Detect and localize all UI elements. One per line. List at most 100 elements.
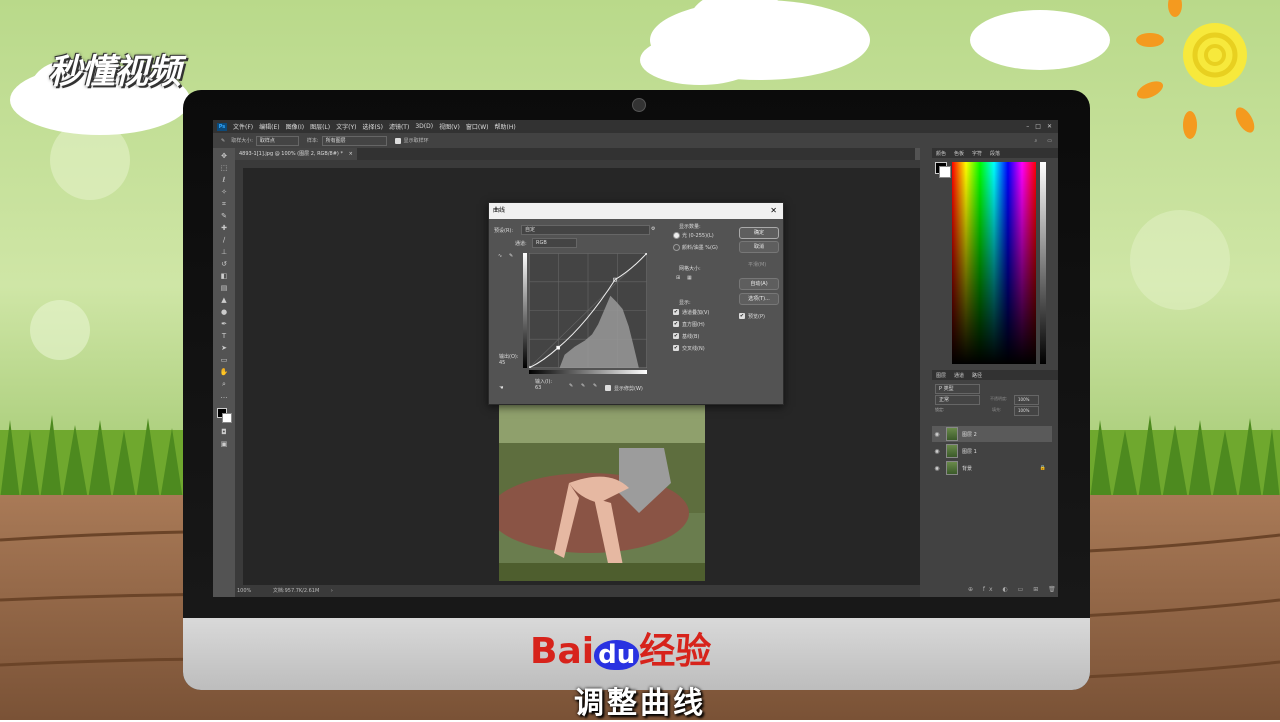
- brightness-slider[interactable]: [1040, 162, 1046, 364]
- output-value[interactable]: 45: [499, 360, 505, 366]
- white-eyedropper-icon[interactable]: ✎: [593, 383, 597, 389]
- move-tool-icon[interactable]: ✥: [218, 152, 230, 161]
- options-button[interactable]: 选项(T)...: [739, 293, 779, 305]
- menu-item[interactable]: 滤镜(T): [389, 122, 409, 131]
- close-icon[interactable]: ✕: [770, 203, 777, 219]
- eye-icon[interactable]: ◉: [932, 448, 942, 455]
- path-select-icon[interactable]: ➤: [218, 344, 230, 353]
- blend-mode-select[interactable]: 正常: [935, 395, 980, 405]
- hand-tool-icon[interactable]: ✋: [218, 368, 230, 377]
- pigment-radio[interactable]: [673, 244, 680, 251]
- show-ring-checkbox[interactable]: [394, 137, 401, 144]
- fill-input[interactable]: 100%: [1014, 406, 1039, 416]
- input-value[interactable]: 63: [535, 385, 541, 391]
- eye-icon[interactable]: ◉: [932, 431, 942, 438]
- close-tab-icon[interactable]: ×: [349, 151, 353, 157]
- menu-item[interactable]: 图层(L): [310, 122, 330, 131]
- cancel-button[interactable]: 取消: [739, 241, 779, 253]
- sample-select[interactable]: 所有图层: [321, 135, 387, 146]
- dodge-tool-icon[interactable]: ●: [218, 308, 230, 317]
- channel-select[interactable]: RGB: [532, 238, 577, 248]
- layer-row[interactable]: ◉ 图层 2: [932, 426, 1052, 442]
- layer-filter-select[interactable]: P 类型: [935, 384, 980, 394]
- layer-row[interactable]: ◉ 背景 🔒: [932, 460, 1052, 476]
- black-eyedropper-icon[interactable]: ✎: [569, 383, 573, 389]
- tab-channels[interactable]: 通道: [954, 372, 964, 379]
- preset-gear-icon[interactable]: ⚙: [651, 226, 655, 232]
- layer-actions-icons[interactable]: ⊕ fx ◐ ▭ ⊞ 🗑: [968, 586, 1058, 593]
- preset-select[interactable]: 自定: [521, 225, 650, 235]
- menu-item[interactable]: 视图(V): [439, 122, 460, 131]
- history-brush-icon[interactable]: ↺: [218, 260, 230, 269]
- zoom-level[interactable]: 100%: [237, 588, 251, 594]
- eye-icon[interactable]: ◉: [932, 465, 942, 472]
- curve-control-point[interactable]: [556, 345, 560, 350]
- bg-swatch[interactable]: [939, 166, 951, 178]
- pen-tool-icon[interactable]: ✒: [218, 320, 230, 329]
- close-icon[interactable]: ✕: [1047, 123, 1052, 130]
- clone-stamp-icon[interactable]: ⊥: [218, 248, 230, 257]
- channel-overlay-checkbox[interactable]: ✔: [673, 309, 679, 315]
- curve-graph[interactable]: [529, 253, 647, 368]
- menu-item[interactable]: 文字(Y): [336, 122, 356, 131]
- tab-character[interactable]: 字符: [972, 150, 982, 157]
- menu-item[interactable]: 图像(I): [286, 122, 304, 131]
- search-icon[interactable]: ⌕: [1034, 138, 1037, 144]
- curve-edit-point-icon[interactable]: ∿: [498, 253, 502, 259]
- document-tab[interactable]: 4893-1[1].jpg @ 100% (图层 2, RGB/8#) * ×: [235, 148, 357, 160]
- menu-item[interactable]: 编辑(E): [259, 122, 279, 131]
- screen-mode-icon[interactable]: ▣: [218, 440, 230, 449]
- target-adjust-icon[interactable]: ☚: [499, 385, 503, 391]
- opacity-input[interactable]: 100%: [1014, 395, 1039, 405]
- show-clipping-checkbox[interactable]: [605, 385, 611, 391]
- more-tools-icon[interactable]: …: [218, 392, 230, 401]
- menu-item[interactable]: 3D(D): [415, 123, 433, 130]
- color-spectrum[interactable]: [952, 162, 1036, 364]
- healing-brush-icon[interactable]: ✚: [218, 224, 230, 233]
- type-tool-icon[interactable]: T: [218, 332, 230, 341]
- menu-item[interactable]: 帮助(H): [495, 122, 516, 131]
- tab-paragraph[interactable]: 段落: [990, 150, 1000, 157]
- menu-item[interactable]: 选择(S): [362, 122, 383, 131]
- histogram-checkbox[interactable]: ✔: [673, 321, 679, 327]
- marquee-tool-icon[interactable]: ⬚: [218, 164, 230, 173]
- smooth-button[interactable]: 平滑(M): [748, 261, 766, 268]
- zoom-tool-icon[interactable]: ⌕: [218, 380, 230, 389]
- sample-size-select[interactable]: 取样点: [255, 135, 299, 146]
- menu-item[interactable]: 文件(F): [233, 122, 253, 131]
- output-gradient-bar: [523, 253, 527, 368]
- gray-eyedropper-icon[interactable]: ✎: [581, 383, 585, 389]
- auto-button[interactable]: 自动(A): [739, 278, 779, 290]
- maximize-icon[interactable]: □: [1035, 123, 1041, 130]
- eyedropper-icon[interactable]: ✎: [218, 212, 230, 221]
- tab-layers[interactable]: 图层: [936, 372, 946, 379]
- baseline-label: 基线(B): [682, 334, 700, 340]
- eyedropper-tool-icon[interactable]: ✎: [221, 138, 225, 144]
- shape-tool-icon[interactable]: ▭: [218, 356, 230, 365]
- preview-checkbox[interactable]: ✔: [739, 313, 745, 319]
- gradient-tool-icon[interactable]: ▤: [218, 284, 230, 293]
- status-arrow-icon[interactable]: ›: [331, 588, 333, 594]
- background-color-swatch[interactable]: [222, 413, 232, 423]
- eraser-tool-icon[interactable]: ◧: [218, 272, 230, 281]
- brush-tool-icon[interactable]: ∕: [218, 236, 230, 245]
- ok-button[interactable]: 确定: [739, 227, 779, 239]
- grid-10x10-icon[interactable]: ▦: [687, 275, 692, 281]
- intersection-checkbox[interactable]: ✔: [673, 345, 679, 351]
- lasso-tool-icon[interactable]: ℓ: [218, 176, 230, 185]
- baseline-checkbox[interactable]: ✔: [673, 333, 679, 339]
- light-radio[interactable]: [673, 232, 680, 239]
- tab-swatches[interactable]: 色板: [954, 150, 964, 157]
- magic-wand-tool-icon[interactable]: ✧: [218, 188, 230, 197]
- menu-item[interactable]: 窗口(W): [466, 122, 489, 131]
- tab-paths[interactable]: 路径: [972, 372, 982, 379]
- workspace-icon[interactable]: ▭: [1047, 138, 1052, 144]
- crop-tool-icon[interactable]: ⌗: [218, 200, 230, 209]
- pencil-icon[interactable]: ✎: [509, 253, 513, 259]
- layer-row[interactable]: ◉ 图层 1: [932, 443, 1052, 459]
- grid-4x4-icon[interactable]: ⊞: [676, 275, 680, 281]
- tab-color[interactable]: 颜色: [936, 150, 946, 157]
- quick-mask-icon[interactable]: ◘: [218, 428, 230, 437]
- minimize-icon[interactable]: –: [1026, 123, 1029, 130]
- blur-tool-icon[interactable]: ▲: [218, 296, 230, 305]
